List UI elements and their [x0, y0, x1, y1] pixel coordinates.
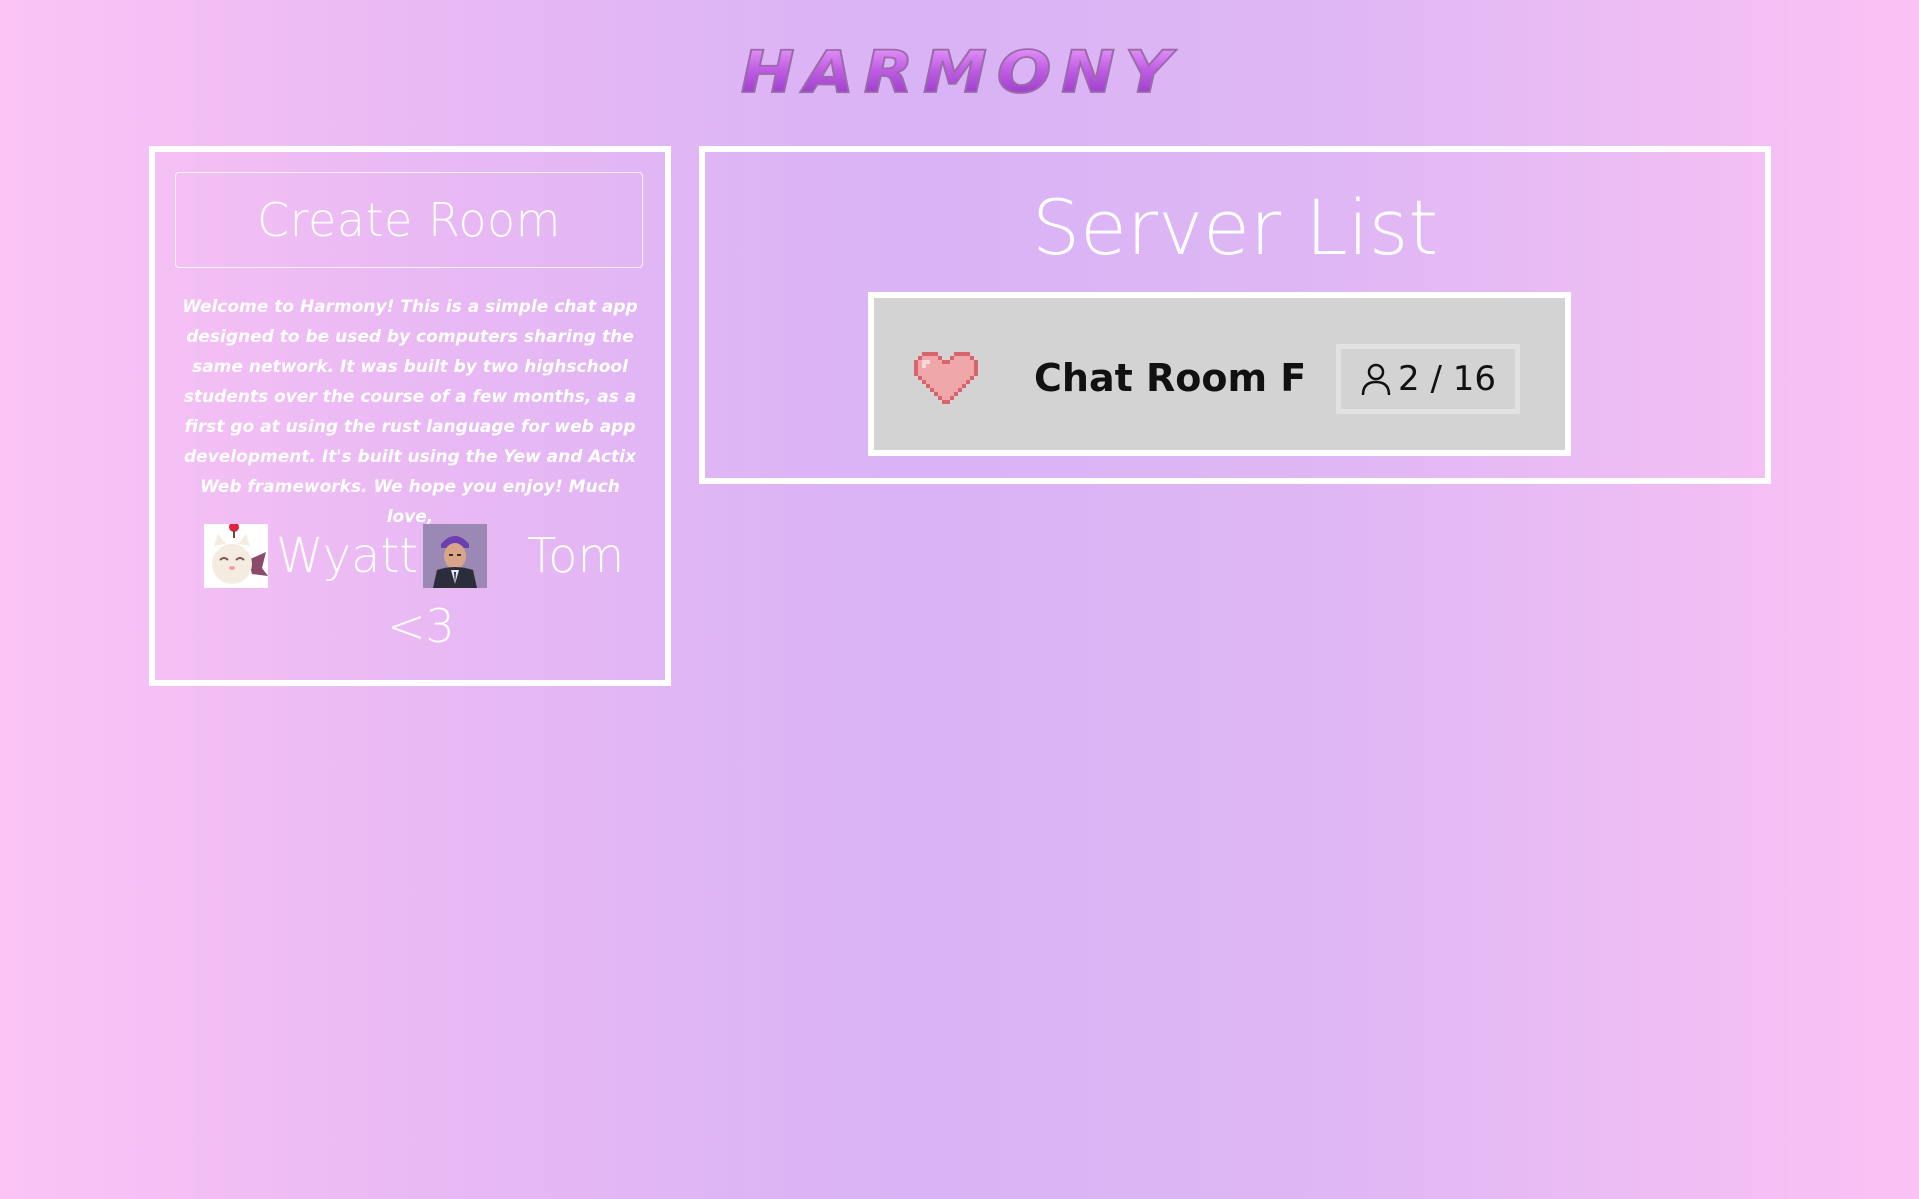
author-name-tom: Tom — [527, 528, 625, 584]
author-name-wyatt: Wyatt — [276, 528, 419, 584]
moogle-avatar-icon — [204, 524, 268, 588]
pixel-heart-icon — [914, 348, 978, 408]
server-card-chat-room-f[interactable]: Chat Room F 2 / 16 — [868, 292, 1571, 456]
room-occupancy-badge: 2 / 16 — [1336, 344, 1520, 414]
moogle-avatar-graphic — [204, 524, 268, 588]
harmony-logo-graphic: HARMONY — [740, 38, 1181, 107]
about-panel: Create Room Welcome to Harmony! This is … — [149, 146, 671, 686]
sign-off-text: <3 — [387, 599, 455, 653]
logo-text: HARMONY — [741, 39, 1181, 106]
harmony-logo: HARMONY — [685, 36, 1237, 107]
server-list-panel: Server List Chat Room F 2 / 16 — [699, 146, 1771, 484]
prison-mike-avatar-graphic — [423, 524, 487, 588]
server-list-title: Server List — [1031, 183, 1439, 272]
room-occupancy-text: 2 / 16 — [1398, 359, 1496, 399]
person-icon — [1361, 363, 1391, 396]
room-name: Chat Room F — [1034, 356, 1307, 400]
prison-mike-avatar-icon — [423, 524, 487, 588]
create-room-button[interactable]: Create Room — [175, 172, 643, 268]
welcome-text: Welcome to Harmony! This is a simple cha… — [182, 297, 638, 527]
pixel-heart-graphic — [914, 352, 978, 404]
